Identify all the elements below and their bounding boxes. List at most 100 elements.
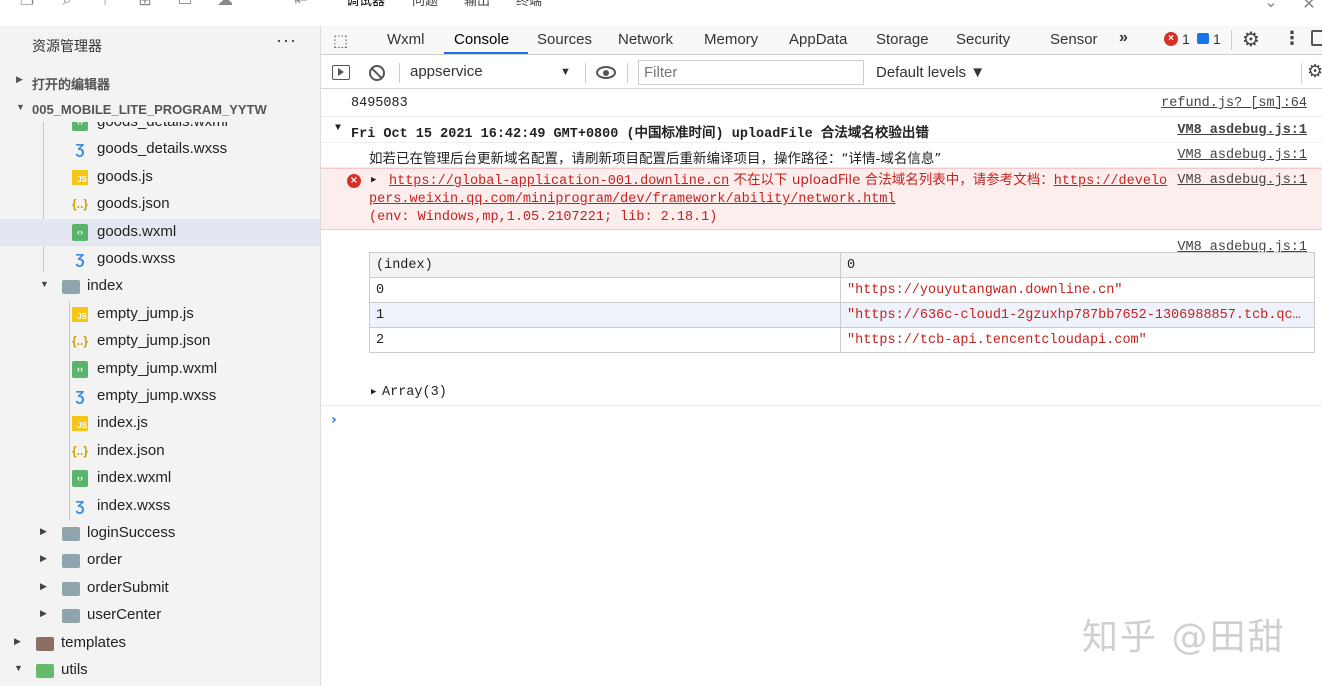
wxml-file-icon: ‹› xyxy=(72,122,88,131)
source-link[interactable]: VM8 asdebug.js:1 xyxy=(1177,173,1307,188)
tree-folder[interactable]: ▶ templates xyxy=(0,630,320,657)
tree-file[interactable]: JS goods.js xyxy=(0,164,320,191)
tree-indent-guide xyxy=(69,300,70,520)
divider xyxy=(627,63,628,83)
tree-folder[interactable]: ▶ orderSubmit xyxy=(0,575,320,602)
tab-output[interactable]: 输出 xyxy=(464,0,490,9)
tree-file[interactable]: Ʒgoods_details.wxss xyxy=(0,136,320,163)
table-header[interactable]: (index) xyxy=(369,252,841,278)
chevron-right-icon[interactable]: ▶ xyxy=(371,387,376,397)
tree-file[interactable]: {..} index.json xyxy=(0,438,320,465)
project-label: 005_MOBILE_LITE_PROGRAM_YYTW xyxy=(32,102,267,117)
tab-console[interactable]: Console xyxy=(454,31,509,48)
tree-item-label: userCenter xyxy=(87,606,162,624)
more-actions-button[interactable]: ··· xyxy=(276,30,297,51)
cloud-icon[interactable]: ☁ xyxy=(216,0,234,10)
tree-file[interactable]: JS empty_jump.js xyxy=(0,301,320,328)
console-settings-icon[interactable]: ⚙ xyxy=(1307,61,1322,82)
close-icon[interactable]: ✕ xyxy=(1300,0,1318,14)
files-icon[interactable]: ❐ xyxy=(18,0,36,10)
tab-network[interactable]: Network xyxy=(618,31,673,48)
tree-item-label: order xyxy=(87,551,123,569)
watermark: 知乎 @田甜 xyxy=(1082,617,1286,658)
error-env: (env: Windows,mp,1.05.2107221; lib: 2.18… xyxy=(369,210,718,225)
chevron-down-icon[interactable]: ▼ xyxy=(14,663,23,673)
tree-file[interactable]: ‹› index.wxml xyxy=(0,465,320,492)
log-levels-dropdown[interactable]: Default levels ▼ xyxy=(876,64,985,81)
tab-storage[interactable]: Storage xyxy=(876,31,929,48)
tree-file[interactable]: JS index.js xyxy=(0,410,320,437)
collapse-icon[interactable]: ⇤ xyxy=(292,0,310,10)
error-icon[interactable]: × xyxy=(1164,32,1178,46)
table-row: 1 "https://636c-cloud1-2gzuxhp787bb7652-… xyxy=(369,302,1315,328)
tree-file[interactable]: {..} empty_jump.json xyxy=(0,328,320,355)
tree-folder[interactable]: ▶ userCenter xyxy=(0,602,320,629)
tree-folder[interactable]: ▼ utils xyxy=(0,657,320,684)
folder-icon xyxy=(62,280,80,295)
tree-file[interactable]: Ʒempty_jump.wxss xyxy=(0,383,320,410)
chevron-right-icon[interactable]: ▶ xyxy=(40,581,47,592)
tree-folder[interactable]: ▶ order xyxy=(0,547,320,574)
chevron-right-icon[interactable]: ▶ xyxy=(14,636,21,647)
source-link[interactable]: VM8 asdebug.js:1 xyxy=(1177,123,1307,138)
chevron-down-icon[interactable]: ▼ xyxy=(40,279,49,289)
source-control-icon[interactable]: ⑂ xyxy=(96,0,114,10)
message-icon[interactable] xyxy=(1197,33,1209,44)
error-count[interactable]: 1 xyxy=(1182,31,1190,47)
js-file-icon: JS xyxy=(72,169,88,185)
tab-appdata[interactable]: AppData xyxy=(789,31,847,48)
eye-icon[interactable] xyxy=(596,66,616,79)
tree-file[interactable]: ‹› goods.wxml xyxy=(0,218,320,246)
inspect-element-icon[interactable]: ⬚ xyxy=(333,31,348,51)
source-link[interactable]: refund.js? [sm]:64 xyxy=(1161,96,1307,111)
project-section[interactable]: ▼ 005_MOBILE_LITE_PROGRAM_YYTW xyxy=(0,96,320,122)
console-prompt[interactable]: › xyxy=(331,412,337,428)
extensions-icon[interactable]: ⊞ xyxy=(136,0,154,10)
tree-file[interactable]: {..} goods.json xyxy=(0,191,320,218)
console-table: (index) 0 0 "https://youyutangwan.downli… xyxy=(369,252,1315,353)
table-cell-index: 1 xyxy=(369,302,841,328)
log-text: 如若已在管理后台更新域名配置，请刷新项目配置后重新编译项目，操作路径：“详情-域… xyxy=(369,151,942,167)
table-row: 0 "https://youyutangwan.downline.cn" xyxy=(369,277,1315,303)
search-icon[interactable]: ⌕ xyxy=(58,0,76,10)
panel-icon[interactable]: ▭ xyxy=(176,0,194,10)
folder-icon xyxy=(62,581,80,596)
chevron-right-icon[interactable]: ▶ xyxy=(40,526,47,537)
tab-wxml[interactable]: Wxml xyxy=(387,31,425,48)
array-row[interactable]: ▶ Array(3) xyxy=(321,380,1322,406)
error-text: 不在以下 uploadFile 合法域名列表中，请参考文档： xyxy=(729,172,1054,188)
dock-icon[interactable] xyxy=(1311,30,1322,46)
chevron-down-icon[interactable]: ⌄ xyxy=(1262,0,1280,12)
tab-sensor[interactable]: Sensor xyxy=(1050,31,1098,48)
source-link[interactable]: VM8 asdebug.js:1 xyxy=(1177,148,1307,163)
message-count[interactable]: 1 xyxy=(1213,31,1221,47)
show-sidebar-icon[interactable] xyxy=(332,65,350,80)
tab-problems[interactable]: 问题 xyxy=(412,0,438,9)
more-tabs-button[interactable]: » xyxy=(1119,29,1128,47)
chevron-right-icon[interactable]: ▶ xyxy=(40,608,47,619)
tab-sources[interactable]: Sources xyxy=(537,31,592,48)
tree-file[interactable]: Ʒgoods.wxss xyxy=(0,246,320,273)
tree-file[interactable]: Ʒindex.wxss xyxy=(0,493,320,520)
tree-folder[interactable]: ▼ index xyxy=(0,273,320,300)
kebab-menu-icon[interactable]: ⋮ xyxy=(1283,28,1301,49)
console-group-header[interactable]: ▼ Fri Oct 15 2021 16:42:49 GMT+0800 (中国标… xyxy=(321,117,1322,143)
clear-console-icon[interactable] xyxy=(369,65,385,81)
error-url-link[interactable]: https://global-application-001.downline.… xyxy=(389,174,729,189)
tree-file[interactable]: ‹› goods_details.wxml xyxy=(0,122,320,136)
gear-icon[interactable]: ⚙ xyxy=(1242,27,1260,52)
tree-folder[interactable]: ▶ loginSuccess xyxy=(0,520,320,547)
explorer-title: 资源管理器 xyxy=(32,38,102,54)
tab-debugger[interactable]: 调试器 xyxy=(346,0,385,9)
wxss-file-icon: Ʒ xyxy=(75,251,85,268)
context-select[interactable]: appservice ▼ xyxy=(410,63,580,83)
tab-terminal[interactable]: 终端 xyxy=(516,0,542,9)
open-editors-section[interactable]: ▶ 打开的编辑器 xyxy=(0,68,320,94)
tab-security[interactable]: Security xyxy=(956,31,1010,48)
tab-memory[interactable]: Memory xyxy=(704,31,758,48)
tree-file[interactable]: ‹› empty_jump.wxml xyxy=(0,356,320,383)
table-header[interactable]: 0 xyxy=(840,252,1315,278)
chevron-down-icon[interactable]: ▼ xyxy=(335,123,341,134)
filter-input[interactable] xyxy=(638,60,864,85)
chevron-right-icon[interactable]: ▶ xyxy=(40,553,47,564)
